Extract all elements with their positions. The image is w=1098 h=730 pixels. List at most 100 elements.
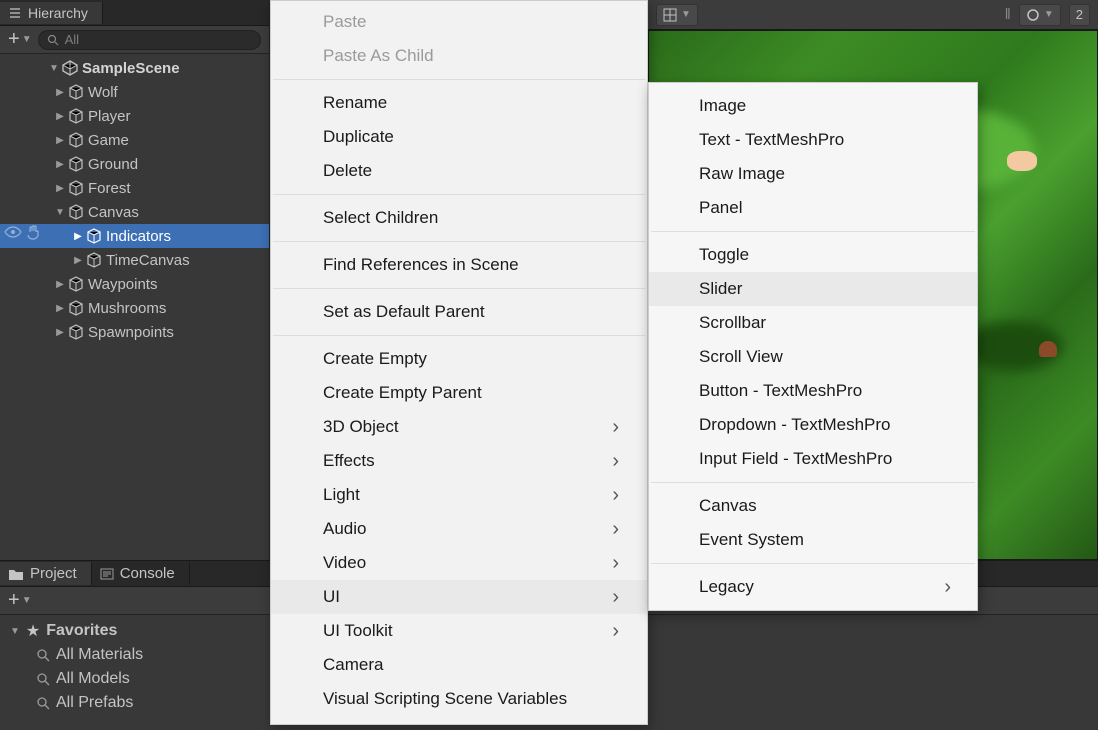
collapse-arrow-icon[interactable]: ▼ <box>54 207 66 218</box>
expand-arrow-icon[interactable]: ▶ <box>54 183 66 194</box>
visibility-controls[interactable] <box>4 224 42 240</box>
submenu-separator <box>651 563 975 564</box>
context-menu-item[interactable]: Delete <box>271 154 647 188</box>
item-label: Spawnpoints <box>86 324 174 341</box>
chevron-down-icon: ▼ <box>681 9 691 20</box>
context-menu-item[interactable]: UI Toolkit› <box>271 614 647 648</box>
hierarchy-item[interactable]: ▶ Forest <box>0 176 269 200</box>
context-menu-item[interactable]: UI› <box>271 580 647 614</box>
context-menu-item[interactable]: Find References in Scene <box>271 248 647 282</box>
menu-item-label: Create Empty Parent <box>323 383 482 403</box>
gameobject-icon <box>66 204 86 220</box>
expand-arrow-icon[interactable]: ▶ <box>54 327 66 338</box>
tab-label: Console <box>120 565 175 582</box>
hierarchy-item[interactable]: ▶Wolf <box>0 80 269 104</box>
context-menu-item[interactable]: Light› <box>271 478 647 512</box>
context-menu-item[interactable]: Visual Scripting Scene Variables <box>271 682 647 716</box>
expand-arrow-icon[interactable]: ▶ <box>54 135 66 146</box>
context-menu-separator <box>273 335 645 336</box>
menu-item-label: Paste As Child <box>323 46 434 66</box>
expand-arrow-icon[interactable]: ▶ <box>54 279 66 290</box>
expand-arrow-icon[interactable]: ▶ <box>54 87 66 98</box>
menu-item-label: Visual Scripting Scene Variables <box>323 689 567 709</box>
gameobject-icon <box>66 156 86 172</box>
tab-hierarchy[interactable]: Hierarchy <box>0 2 103 24</box>
expand-arrow-icon[interactable]: ▶ <box>54 111 66 122</box>
context-menu-item[interactable]: Create Empty Parent <box>271 376 647 410</box>
menu-item-label: UI Toolkit <box>323 621 393 641</box>
menu-item-label: Text - TextMeshPro <box>699 130 844 150</box>
submenu-item[interactable]: Text - TextMeshPro <box>649 123 977 157</box>
submenu-ui: Image Text - TextMeshPro Raw ImagePanel Tog… <box>648 82 978 611</box>
submenu-item[interactable]: Slider <box>649 272 977 306</box>
hierarchy-item[interactable]: ▼Canvas <box>0 200 269 224</box>
hierarchy-item[interactable]: ▶Waypoints <box>0 272 269 296</box>
search-icon <box>36 696 50 710</box>
divider-icon: ‖ <box>1005 6 1011 23</box>
menu-item-label: Set as Default Parent <box>323 302 485 322</box>
submenu-item[interactable]: Event System <box>649 523 977 557</box>
gizmo-scale[interactable]: 2 <box>1069 4 1090 26</box>
tab-project[interactable]: Project <box>0 562 92 585</box>
submenu-item[interactable]: Panel <box>649 191 977 225</box>
hierarchy-item[interactable]: ▶ Spawnpoints <box>0 320 269 344</box>
search-input[interactable]: All <box>38 30 261 50</box>
tab-console[interactable]: Console <box>92 562 190 585</box>
context-menu-item[interactable]: Camera <box>271 648 647 682</box>
search-icon <box>36 648 50 662</box>
submenu-item[interactable]: Button - TextMeshPro <box>649 374 977 408</box>
hierarchy-item[interactable]: ▶ TimeCanvas <box>0 248 269 272</box>
submenu-item[interactable]: Legacy› <box>649 570 977 604</box>
create-asset-dropdown[interactable]: + ▼ <box>8 589 32 612</box>
menu-item-label: Create Empty <box>323 349 427 369</box>
submenu-item[interactable]: Canvas <box>649 489 977 523</box>
chevron-right-icon: › <box>612 416 619 439</box>
item-label: TimeCanvas <box>104 252 190 269</box>
submenu-item[interactable]: Raw Image <box>649 157 977 191</box>
menu-item-label: Audio <box>323 519 366 539</box>
expand-arrow-icon[interactable]: ▶ <box>54 303 66 314</box>
chevron-right-icon: › <box>612 484 619 507</box>
context-menu-item[interactable]: Set as Default Parent <box>271 295 647 329</box>
context-menu-item[interactable]: 3D Object › <box>271 410 647 444</box>
collapse-arrow-icon[interactable]: ▼ <box>10 626 20 637</box>
chevron-down-icon: ▼ <box>1044 9 1054 20</box>
context-menu-item[interactable]: Select Children <box>271 201 647 235</box>
submenu-item[interactable]: Scrollbar <box>649 306 977 340</box>
menu-item-label: Duplicate <box>323 127 394 147</box>
context-menu-item[interactable]: Audio› <box>271 512 647 546</box>
context-menu-item[interactable]: Create Empty <box>271 342 647 376</box>
context-menu-item[interactable]: Duplicate <box>271 120 647 154</box>
context-menu-item[interactable]: Rename <box>271 86 647 120</box>
expand-arrow-icon[interactable]: ▶ <box>72 231 84 242</box>
hierarchy-item[interactable]: ▶Ground <box>0 152 269 176</box>
hierarchy-item[interactable]: ▶Player <box>0 104 269 128</box>
menu-item-label: Dropdown - TextMeshPro <box>699 415 891 435</box>
create-dropdown[interactable]: + ▼ <box>8 28 32 51</box>
hierarchy-item[interactable]: ▶Game <box>0 128 269 152</box>
hierarchy-item[interactable]: ▶Indicators <box>0 224 269 248</box>
tool-handle-dropdown[interactable]: ▼ <box>656 4 698 26</box>
scene-row[interactable]: ▼ SampleScene <box>0 56 269 80</box>
collapse-arrow-icon[interactable]: ▼ <box>48 63 60 74</box>
gameobject-icon <box>66 324 86 340</box>
expand-arrow-icon[interactable]: ▶ <box>72 255 84 266</box>
expand-arrow-icon[interactable]: ▶ <box>54 159 66 170</box>
gizmo-dropdown[interactable]: ▼ <box>1019 4 1061 26</box>
chevron-down-icon: ▼ <box>22 34 32 45</box>
item-label: Forest <box>86 180 131 197</box>
submenu-item[interactable]: Image <box>649 89 977 123</box>
context-menu-item[interactable]: Video› <box>271 546 647 580</box>
eye-icon[interactable] <box>4 225 22 239</box>
context-menu-item: Paste As Child <box>271 39 647 73</box>
plus-icon: + <box>8 589 20 612</box>
submenu-item[interactable]: Dropdown - TextMeshPro <box>649 408 977 442</box>
hierarchy-item[interactable]: ▶Mushrooms <box>0 296 269 320</box>
hand-icon[interactable] <box>26 224 42 240</box>
menu-item-label: 3D Object <box>323 417 399 437</box>
submenu-item[interactable]: Toggle <box>649 238 977 272</box>
submenu-item[interactable]: Scroll View <box>649 340 977 374</box>
scene-name: SampleScene <box>80 60 180 77</box>
submenu-item[interactable]: Input Field - TextMeshPro <box>649 442 977 476</box>
context-menu-item[interactable]: Effects› <box>271 444 647 478</box>
